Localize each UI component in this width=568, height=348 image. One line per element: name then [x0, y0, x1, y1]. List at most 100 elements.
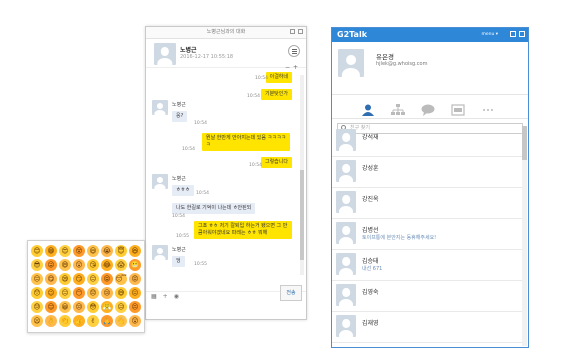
emoji-item[interactable]: 😪: [59, 273, 71, 285]
contact-list[interactable]: 강석재 강성훈 강진옥 김병선 토이프통에 본안지는 동휴해주세요! 김승태 내선 671 김…: [332, 126, 522, 343]
contact-item[interactable]: 강성훈: [332, 157, 522, 188]
emoji-item[interactable]: 😶: [73, 287, 85, 299]
emoji-item[interactable]: 😡: [129, 273, 141, 285]
chat-titlebar[interactable]: 노병근님과의 대화: [146, 27, 306, 39]
g2talk-window: G2Talk menu ▾ 유은경 hjlek@g.whoisg.com 친구 …: [331, 27, 529, 348]
send-button[interactable]: 전송: [280, 285, 302, 301]
emoji-item[interactable]: 😦: [31, 315, 43, 327]
emoji-item[interactable]: 😳: [87, 301, 99, 313]
emoji-item[interactable]: 😜: [45, 259, 57, 271]
chat-scrollbar[interactable]: [300, 75, 304, 275]
emoji-item[interactable]: 😯: [31, 287, 43, 299]
person-icon[interactable]: [361, 101, 375, 116]
emoji-item[interactable]: 👌: [45, 315, 57, 327]
g2talk-titlebar[interactable]: G2Talk menu ▾: [332, 28, 528, 42]
close-icon[interactable]: [298, 29, 303, 34]
emoji-item[interactable]: ✌: [87, 315, 99, 327]
message-time: 10:54: [249, 163, 262, 168]
scrollbar-thumb[interactable]: [300, 170, 304, 260]
emoji-item[interactable]: 😒: [73, 301, 85, 313]
emoji-item[interactable]: 😭: [101, 245, 113, 257]
emoji-item[interactable]: 😖: [129, 287, 141, 299]
emoji-item[interactable]: 😍: [59, 245, 71, 257]
settings-icon[interactable]: ◉: [174, 293, 179, 300]
emoji-item[interactable]: 👍: [73, 315, 85, 327]
emoji-item[interactable]: 😘: [87, 259, 99, 271]
avatar: [152, 174, 168, 189]
sender-name: 노병근: [172, 176, 186, 182]
contact-item[interactable]: 김병선 토이프통에 본안지는 동휴해주세요!: [332, 219, 522, 250]
avatar: [336, 191, 356, 213]
emoji-item[interactable]: 😢: [101, 287, 113, 299]
contact-item[interactable]: 김영숙: [332, 281, 522, 312]
message-time: 10:55: [176, 234, 189, 239]
contact-status: 내선 671: [362, 266, 383, 272]
minimize-icon[interactable]: [290, 29, 295, 34]
close-icon[interactable]: [519, 31, 525, 37]
emoji-item[interactable]: 😞: [87, 287, 99, 299]
emoji-item[interactable]: 😄: [59, 259, 71, 271]
chat-window-title: 노병근님과의 대화: [206, 29, 246, 35]
emoji-item[interactable]: 😵: [73, 245, 85, 257]
message-bubble-out: 기분탓인가: [260, 89, 292, 100]
more-icon[interactable]: [481, 101, 495, 113]
message-bubble-out: 이걸하네: [265, 72, 292, 83]
emoji-item[interactable]: 😎: [31, 259, 43, 271]
emoji-item[interactable]: 🙏: [101, 315, 113, 327]
emoji-item[interactable]: 😑: [59, 287, 71, 299]
sender-name: 노병근: [172, 102, 186, 108]
emoji-item[interactable]: 😋: [45, 273, 57, 285]
message-bubble-out: 뭔날 한만게 안아지는데 있음 ㅋㅋㅋㅋ ㅋ: [202, 133, 290, 151]
emoji-item[interactable]: 😓: [31, 301, 43, 313]
emoji-item[interactable]: 😣: [129, 301, 141, 313]
attach-icon[interactable]: +: [163, 293, 168, 300]
emoji-item[interactable]: 😥: [115, 301, 127, 313]
emoji-item[interactable]: 😤: [101, 301, 113, 313]
message-time: 10:54: [247, 94, 260, 99]
message-bubble-in: 나도 한길로 기억이 나는데 ㅎ안된되: [172, 203, 256, 214]
message-time: 10:54: [194, 121, 207, 126]
chat-partner-name: 노병근: [180, 47, 197, 54]
emoji-item[interactable]: 😂: [101, 259, 113, 271]
emoji-item[interactable]: 😬: [129, 259, 141, 271]
minimize-icon[interactable]: [510, 31, 516, 37]
emoji-item[interactable]: 😅: [115, 287, 127, 299]
emoji-item[interactable]: 😌: [45, 301, 57, 313]
emoji-item[interactable]: 😉: [45, 287, 57, 299]
menu-button[interactable]: menu ▾: [481, 32, 498, 37]
scrollbar-thumb[interactable]: [522, 126, 527, 160]
emoji-item[interactable]: 😊: [31, 245, 43, 257]
menu-icon[interactable]: [288, 45, 300, 57]
emoji-item[interactable]: 👏: [59, 315, 71, 327]
avatar: [336, 284, 356, 306]
contact-item[interactable]: 김승태 내선 671: [332, 250, 522, 281]
contact-scrollbar[interactable]: [522, 126, 527, 346]
org-icon[interactable]: [391, 101, 405, 115]
contact-item[interactable]: 강석재: [332, 126, 522, 157]
emoji-icon[interactable]: ▦: [151, 293, 157, 300]
emoji-item[interactable]: 😴: [115, 273, 127, 285]
calendar-icon[interactable]: [451, 101, 465, 116]
emoji-item[interactable]: 😲: [129, 315, 141, 327]
profile-name: 유은경: [376, 53, 394, 61]
emoji-item[interactable]: 👋: [115, 315, 127, 327]
emoji-item[interactable]: 😐: [87, 273, 99, 285]
emoji-item[interactable]: 😀: [59, 301, 71, 313]
emoji-item[interactable]: 😃: [87, 245, 99, 257]
emoji-item[interactable]: 😝: [101, 273, 113, 285]
contact-item[interactable]: 강진옥: [332, 188, 522, 219]
contact-name: 김병선: [362, 227, 379, 234]
emoji-item[interactable]: 😲: [73, 259, 85, 271]
emoji-item[interactable]: 😁: [45, 245, 57, 257]
emoji-item[interactable]: 😔: [31, 273, 43, 285]
emoji-item[interactable]: 😆: [129, 245, 141, 257]
my-profile[interactable]: 유은경 hjlek@g.whoisg.com: [332, 42, 528, 95]
contact-item[interactable]: 김재영: [332, 312, 522, 343]
emoji-item[interactable]: 😇: [115, 245, 127, 257]
chat-icon[interactable]: [421, 101, 435, 116]
contact-name: 김재영: [362, 320, 379, 327]
emoji-item[interactable]: 😱: [115, 259, 127, 271]
message-list[interactable]: 이걸하네 10:54 기분탓인가 10:54 노병근 응? 10:54 뭔날 한…: [146, 69, 306, 289]
emoji-item[interactable]: 😏: [73, 273, 85, 285]
avatar: [336, 160, 356, 182]
